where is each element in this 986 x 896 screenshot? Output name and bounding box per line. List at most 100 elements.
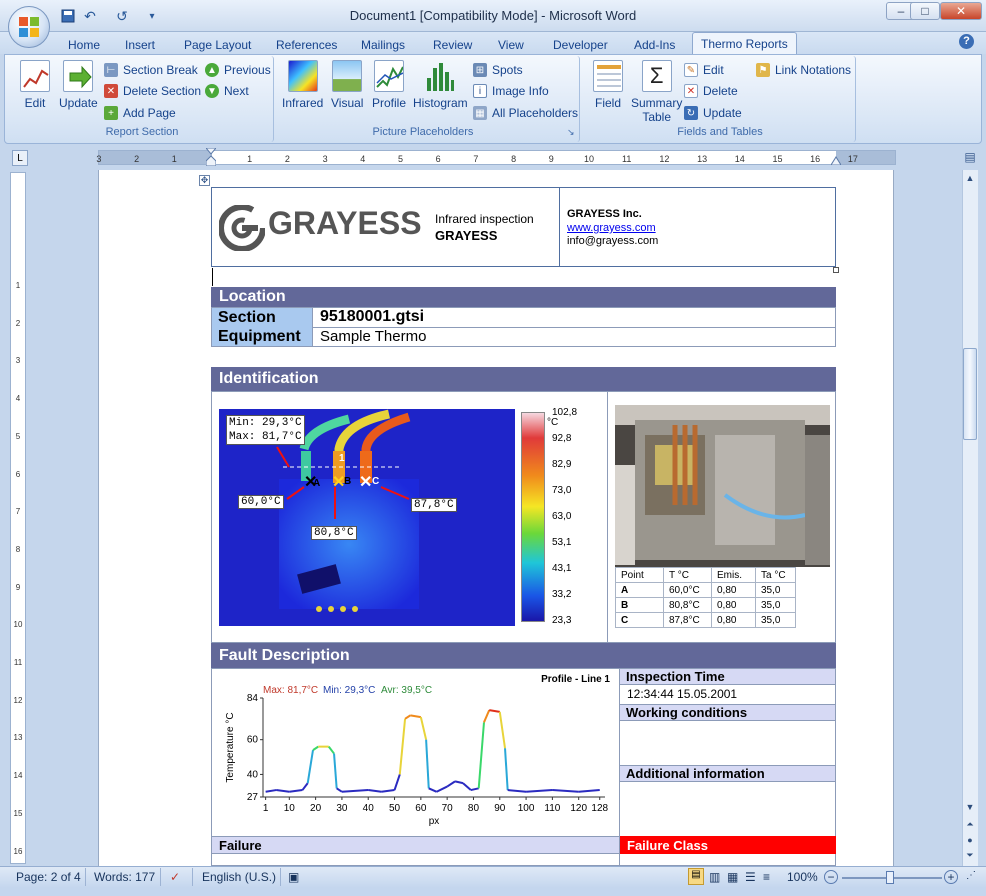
office-button[interactable] — [8, 6, 50, 48]
table-resize-handle[interactable] — [833, 267, 839, 273]
help-icon[interactable]: ? — [959, 34, 974, 49]
previous-button[interactable]: ▲ Previous — [205, 61, 271, 79]
previous-page-icon[interactable]: ⏶ — [963, 818, 977, 831]
scroll-down-icon[interactable]: ▼ — [963, 800, 977, 813]
spots-button[interactable]: ⊞ Spots — [473, 61, 523, 79]
spot-c-temp: 87,8°C — [411, 498, 457, 512]
marker-c: C — [372, 476, 380, 487]
profile-line-segment — [404, 714, 411, 720]
draft-view-icon[interactable]: ≡ — [763, 870, 770, 884]
link-notations-button[interactable]: ⚑ Link Notations — [756, 61, 851, 79]
horizontal-ruler[interactable]: 3 2 1 1 2 3 4 5 6 7 8 9 10 11 12 13 14 15 16 17 — [96, 150, 896, 165]
table-move-handle-icon[interactable]: ✥ — [199, 175, 210, 186]
dialog-launcher-icon[interactable]: ↘ — [567, 127, 575, 138]
edit-report-label: Edit — [24, 96, 46, 110]
next-page-icon[interactable]: ⏷ — [963, 849, 977, 862]
zoom-slider-thumb[interactable] — [886, 871, 894, 884]
add-page-button[interactable]: + Add Page — [104, 104, 176, 122]
ta-cell: 35,0 — [755, 612, 796, 628]
macro-record-icon[interactable]: ▣ — [288, 870, 299, 884]
proofing-icon[interactable]: ✓ — [170, 870, 180, 884]
x-tick-label: 110 — [544, 803, 560, 814]
zoom-out-icon[interactable]: − — [824, 870, 838, 884]
tab-add-ins[interactable]: Add-Ins — [626, 35, 683, 54]
point-cell: C — [615, 612, 664, 628]
color-scale-bar — [521, 412, 545, 622]
update-field-button[interactable]: ↻ Update — [684, 104, 742, 122]
delete-section-button[interactable]: ✕ Delete Section — [104, 82, 201, 100]
print-layout-view-icon[interactable]: ▤ — [688, 868, 704, 885]
select-browse-object-icon[interactable]: ● — [963, 833, 977, 846]
maximize-button[interactable]: □ — [910, 2, 940, 20]
profile-chart[interactable]: Profile - Line 1 Max: 81,7°C Min: 29,3°C Av… — [215, 670, 615, 832]
arrow-down-icon: ▼ — [205, 84, 219, 98]
all-placeholders-button[interactable]: ▦ All Placeholders — [473, 104, 578, 122]
tab-references[interactable]: References — [268, 35, 345, 54]
vertical-scrollbar[interactable] — [962, 170, 978, 866]
tab-view[interactable]: View — [490, 35, 532, 54]
scroll-up-icon[interactable]: ▲ — [963, 171, 977, 184]
website-link[interactable]: www.grayess.com — [567, 222, 656, 234]
close-button[interactable]: ✕ — [940, 2, 982, 20]
ruler-tick: 3 — [322, 154, 328, 164]
visual-button[interactable]: Visual — [331, 60, 363, 110]
ruler-tick: 14 — [734, 154, 745, 164]
profile-button[interactable]: Profile — [372, 60, 406, 110]
temp-cell: 60,0°C — [663, 582, 712, 598]
add-page-icon: + — [104, 106, 118, 120]
word-count[interactable]: Words: 177 — [94, 870, 155, 884]
delete-field-button[interactable]: ✕ Delete — [684, 82, 738, 100]
web-layout-icon[interactable]: ▦ — [727, 870, 738, 884]
view-ruler-icon[interactable]: ▤ — [962, 150, 978, 166]
chart-avg-stat: Avr: 39,5°C — [381, 685, 432, 696]
resize-grip-icon[interactable]: ⋰ — [966, 870, 976, 881]
indent-marker-icon[interactable] — [204, 147, 218, 167]
x-tick-label: 50 — [389, 803, 401, 814]
scale-label: 23,3 — [552, 615, 572, 626]
language[interactable]: English (U.S.) — [202, 870, 276, 884]
profile-line-segment — [552, 789, 579, 793]
summary-table-button[interactable]: Σ Summary Table — [631, 60, 682, 124]
next-button[interactable]: ▼ Next — [205, 82, 249, 100]
infrared-button[interactable]: Infrared — [282, 60, 323, 110]
x-tick-label: 20 — [310, 803, 322, 814]
tab-developer[interactable]: Developer — [545, 35, 616, 54]
tab-insert[interactable]: Insert — [117, 35, 163, 54]
scroll-thumb[interactable] — [963, 348, 977, 440]
chart-min-stat: Min: 29,3°C — [323, 685, 375, 696]
profile-line-segment — [578, 789, 600, 793]
field-button[interactable]: Field — [593, 60, 623, 110]
image-info-label: Image Info — [492, 84, 549, 98]
tab-review[interactable]: Review — [425, 35, 480, 54]
section-value[interactable]: 95180001.gtsi — [320, 308, 424, 326]
tab-page-layout[interactable]: Page Layout — [176, 35, 259, 54]
ruler-tick: 13 — [697, 154, 708, 164]
scale-label: °C — [547, 417, 559, 428]
page-count[interactable]: Page: 2 of 4 — [16, 870, 81, 884]
tab-thermo-reports[interactable]: Thermo Reports — [692, 32, 797, 55]
delete-section-icon: ✕ — [104, 84, 118, 98]
profile-line-segment — [436, 785, 448, 793]
histogram-button[interactable]: Histogram — [413, 60, 468, 110]
equipment-value[interactable]: Sample Thermo — [320, 328, 426, 345]
section-break-button[interactable]: ⊢ Section Break — [104, 61, 198, 79]
right-indent-marker-icon[interactable] — [830, 154, 842, 166]
zoom-level[interactable]: 100% — [787, 870, 818, 884]
edit-report-button[interactable]: Edit — [20, 60, 50, 110]
zoom-in-icon[interactable]: + — [944, 870, 958, 884]
edit-field-button[interactable]: ✎ Edit — [684, 61, 724, 79]
update-report-button[interactable]: Update — [59, 60, 98, 110]
tab-home[interactable]: Home — [60, 35, 108, 54]
failure-label: Failure — [211, 836, 620, 854]
temp-cell: 80,8°C — [663, 597, 712, 613]
ruler-tick: 4 — [15, 394, 21, 404]
outline-view-icon[interactable]: ☰ — [745, 870, 756, 884]
failure-class-label: Failure Class — [620, 836, 836, 854]
image-info-button[interactable]: i Image Info — [473, 82, 549, 100]
tab-selector-icon[interactable]: L — [12, 150, 28, 166]
tab-mailings[interactable]: Mailings — [353, 35, 413, 54]
inspection-time-value[interactable]: 12:34:44 15.05.2001 — [627, 687, 737, 701]
visual-image[interactable] — [615, 405, 830, 567]
vertical-ruler[interactable]: 1234567891011121314151617 — [10, 172, 26, 893]
full-screen-reading-icon[interactable]: ▥ — [709, 870, 720, 884]
